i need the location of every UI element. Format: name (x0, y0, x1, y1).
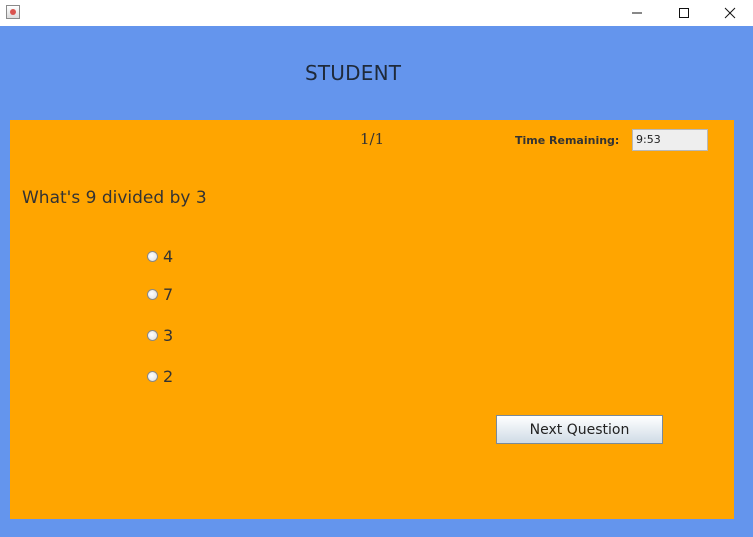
radio-button[interactable] (147, 251, 158, 262)
time-remaining-label: Time Remaining: (515, 134, 620, 147)
time-remaining-field[interactable]: 9:53 (632, 129, 708, 151)
answer-option-label: 3 (163, 326, 174, 345)
answer-option[interactable]: 4 (147, 247, 173, 266)
question-text: What's 9 divided by 3 (22, 188, 207, 208)
minimize-icon (632, 12, 642, 14)
radio-button[interactable] (147, 289, 158, 300)
next-question-button[interactable]: Next Question (496, 415, 663, 444)
maximize-button[interactable] (661, 0, 707, 26)
maximize-icon (679, 8, 689, 18)
java-app-icon (6, 5, 20, 19)
minimize-button[interactable] (614, 0, 660, 26)
answer-option-label: 4 (163, 247, 174, 266)
radio-button[interactable] (147, 330, 158, 341)
question-counter: 1/1 (360, 130, 385, 148)
quiz-panel: 1/1 Time Remaining: 9:53 What's 9 divide… (10, 120, 734, 519)
answer-option[interactable]: 7 (147, 285, 173, 304)
answer-option-label: 2 (163, 367, 174, 386)
answer-option-label: 7 (163, 285, 174, 304)
window-titlebar (0, 0, 753, 26)
answer-option[interactable]: 2 (147, 367, 173, 386)
close-icon (724, 7, 736, 19)
answer-option[interactable]: 3 (147, 326, 173, 345)
window-content: STUDENT 1/1 Time Remaining: 9:53 What's … (0, 26, 753, 537)
page-title: STUDENT (305, 61, 402, 85)
close-button[interactable] (707, 0, 753, 26)
radio-button[interactable] (147, 371, 158, 382)
